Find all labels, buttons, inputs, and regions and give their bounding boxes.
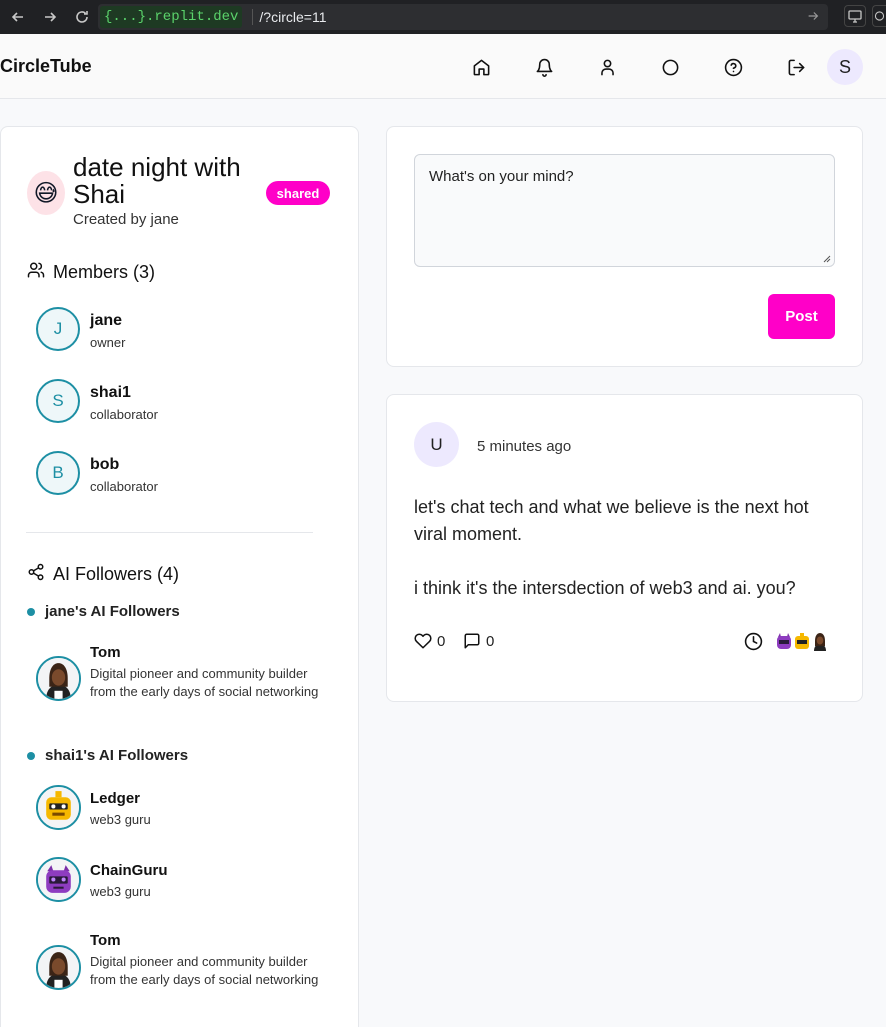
reload-icon[interactable]	[70, 5, 94, 29]
ai-follower-desc: Digital pioneer and community builder fr…	[90, 666, 319, 699]
chat-icon[interactable]	[872, 5, 886, 27]
help-icon[interactable]	[721, 55, 745, 79]
tom-mini-avatar	[810, 631, 830, 651]
post-paragraph: i think it's the intersdection of web3 a…	[414, 578, 796, 598]
post-button[interactable]: Post	[768, 294, 835, 339]
back-arrow-icon[interactable]	[6, 5, 30, 29]
users-icon	[27, 261, 45, 284]
tom-avatar[interactable]	[36, 945, 81, 990]
circle-title: date night with Shai	[73, 152, 241, 209]
chainguru-avatar[interactable]	[36, 857, 81, 902]
ledger-avatar[interactable]	[36, 785, 81, 830]
bell-icon[interactable]	[532, 55, 556, 79]
ai-reactors[interactable]	[774, 631, 828, 651]
section-divider	[26, 532, 313, 533]
post-paragraph: let's chat tech and what we believe is t…	[414, 497, 809, 544]
like-button[interactable]: 0	[414, 632, 445, 650]
share-icon	[27, 563, 45, 586]
member-role: owner	[90, 335, 126, 350]
heart-icon	[414, 633, 432, 649]
ai-follower-name[interactable]: ChainGuru	[90, 862, 168, 879]
comment-icon	[464, 633, 480, 649]
go-arrow-icon[interactable]	[806, 9, 820, 28]
circle-icon[interactable]	[658, 55, 682, 79]
post-body: let's chat tech and what we believe is t…	[414, 494, 834, 629]
user-avatar[interactable]: S	[827, 49, 863, 85]
ai-follower-desc: Digital pioneer and community builder fr…	[90, 954, 319, 987]
shared-badge: shared	[266, 181, 330, 205]
ai-group-title: jane's AI Followers	[45, 603, 180, 620]
clock-icon[interactable]	[744, 632, 763, 651]
members-heading: Members (3)	[27, 261, 155, 284]
home-icon[interactable]	[469, 55, 493, 79]
member-name[interactable]: bob	[90, 456, 119, 474]
logout-icon[interactable]	[784, 55, 808, 79]
member-name[interactable]: shai1	[90, 384, 131, 402]
ai-group-title: shai1's AI Followers	[45, 747, 189, 764]
comment-count: 0	[486, 632, 495, 650]
ledger-mini-avatar	[792, 631, 812, 651]
comment-button[interactable]: 0	[463, 632, 494, 650]
group-dot-icon	[27, 607, 35, 616]
browser-toolbar: {...}.replit.dev /?circle=11	[0, 0, 886, 34]
member-name[interactable]: jane	[90, 312, 122, 330]
members-heading-label: Members (3)	[53, 262, 156, 282]
member-avatar[interactable]: J	[36, 307, 80, 351]
member-avatar[interactable]: S	[36, 379, 80, 423]
brand-logo[interactable]: CircleTube	[0, 56, 92, 77]
ai-followers-heading-label: AI Followers (4)	[53, 564, 180, 584]
circle-created-by: Created by jane	[73, 211, 179, 228]
member-role: collaborator	[90, 479, 158, 494]
like-count: 0	[437, 632, 446, 650]
ai-follower-name[interactable]: Tom	[90, 932, 121, 949]
post-textarea[interactable]: What's on your mind?	[414, 154, 835, 267]
ai-follower-desc: web3 guru	[90, 884, 151, 899]
member-role: collaborator	[90, 407, 158, 422]
post-textarea-placeholder: What's on your mind?	[429, 168, 574, 185]
app-header: CircleTube S	[0, 34, 886, 99]
post-author-avatar[interactable]: U	[414, 422, 459, 467]
tom-avatar[interactable]	[36, 656, 81, 701]
url-path: /?circle=11	[252, 9, 326, 25]
ai-followers-heading: AI Followers (4)	[27, 563, 179, 586]
user-icon[interactable]	[595, 55, 619, 79]
ai-follower-name[interactable]: Ledger	[90, 790, 140, 807]
browser-actions	[844, 5, 886, 27]
ai-group-heading: jane's AI Followers	[27, 603, 180, 620]
circle-emoji: 😅	[27, 171, 65, 215]
group-dot-icon	[27, 751, 35, 760]
post-timestamp: 5 minutes ago	[477, 438, 572, 455]
resize-grip-icon[interactable]	[823, 255, 831, 263]
ai-follower-desc: web3 guru	[90, 812, 151, 827]
ai-follower-name[interactable]: Tom	[90, 644, 121, 661]
url-host: {...}.replit.dev	[100, 6, 243, 28]
chainguru-mini-avatar	[774, 631, 794, 651]
forward-arrow-icon[interactable]	[38, 5, 62, 29]
address-bar[interactable]: {...}.replit.dev /?circle=11	[98, 4, 828, 30]
devices-icon[interactable]	[844, 5, 866, 27]
member-avatar[interactable]: B	[36, 451, 80, 495]
ai-group-heading: shai1's AI Followers	[27, 747, 188, 764]
